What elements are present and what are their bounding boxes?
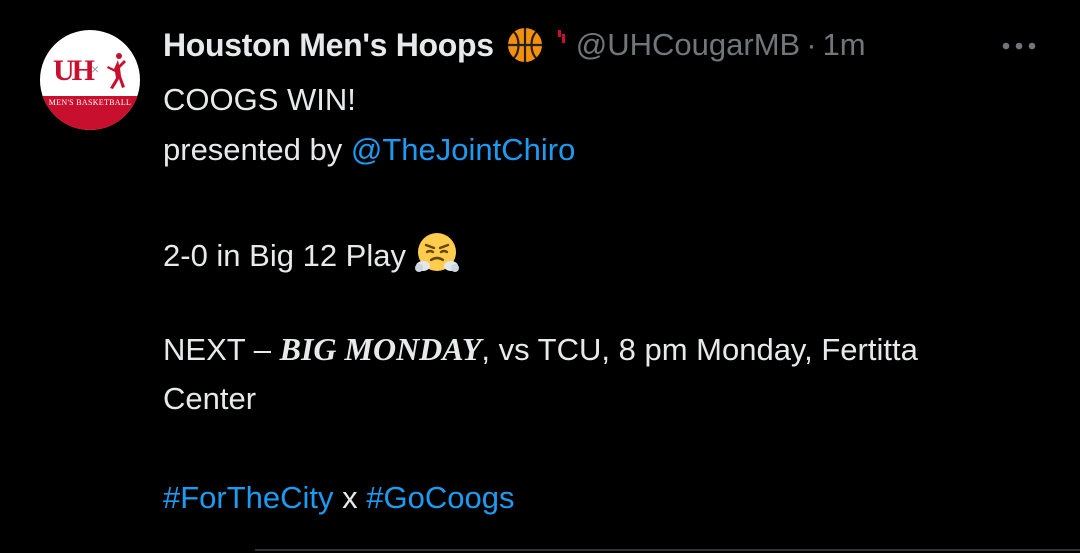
display-name[interactable]: Houston Men's Hoops: [163, 27, 494, 64]
jumpman-icon: [107, 53, 126, 89]
tweet-text: , vs TCU, 8 pm Monday, Fertitta: [481, 332, 918, 367]
handle[interactable]: @UHCougarMB: [576, 27, 800, 63]
big-monday-text: BIG MONDAY: [279, 331, 482, 367]
tweet-line-5: Center: [163, 381, 256, 417]
tweet-text: 2-0 in Big 12 Play: [163, 238, 406, 273]
tweet-header: Houston Men's Hoops @UHCougarMB · 1m: [163, 22, 866, 68]
tweet-line-1: COOGS WIN!: [163, 82, 356, 118]
tweet[interactable]: UH × MEN'S BASKETBALL Houston Men's Hoop…: [0, 0, 1080, 553]
tweet-line-6: #ForTheCity x #GoCoogs: [163, 480, 515, 516]
avatar-monogram: UH: [53, 54, 95, 87]
more-horizontal-icon[interactable]: [1000, 36, 1038, 56]
divider: [255, 549, 1080, 551]
tweet-text: NEXT –: [163, 332, 280, 367]
separator-dot: ·: [806, 27, 817, 62]
hashtag-link[interactable]: #ForTheCity: [163, 480, 334, 515]
tweet-line-4: NEXT – BIG MONDAY, vs TCU, 8 pm Monday, …: [163, 331, 918, 368]
avatar-cross: ×: [91, 61, 100, 77]
tweet-text: x: [333, 480, 367, 515]
avatar[interactable]: UH × MEN'S BASKETBALL: [40, 30, 140, 130]
affiliation-badge-icon[interactable]: [556, 28, 568, 50]
tweet-text: COOGS WIN!: [163, 82, 356, 117]
tweet-text: Center: [163, 381, 257, 416]
tweet-line-3: 2-0 in Big 12 Play: [163, 230, 460, 276]
avatar-logo: UH × MEN'S BASKETBALL: [40, 30, 140, 130]
avatar-band-text: MEN'S BASKETBALL: [48, 98, 132, 107]
basketball-icon: [507, 28, 542, 62]
face-with-steam-from-nose-emoji: [414, 233, 459, 272]
mention-link[interactable]: @TheJointChiro: [351, 132, 575, 167]
hashtag-link[interactable]: #GoCoogs: [366, 480, 514, 515]
tweet-text: presented by: [163, 132, 351, 167]
tweet-line-2: presented by @TheJointChiro: [163, 132, 575, 168]
timestamp[interactable]: 1m: [823, 27, 866, 63]
